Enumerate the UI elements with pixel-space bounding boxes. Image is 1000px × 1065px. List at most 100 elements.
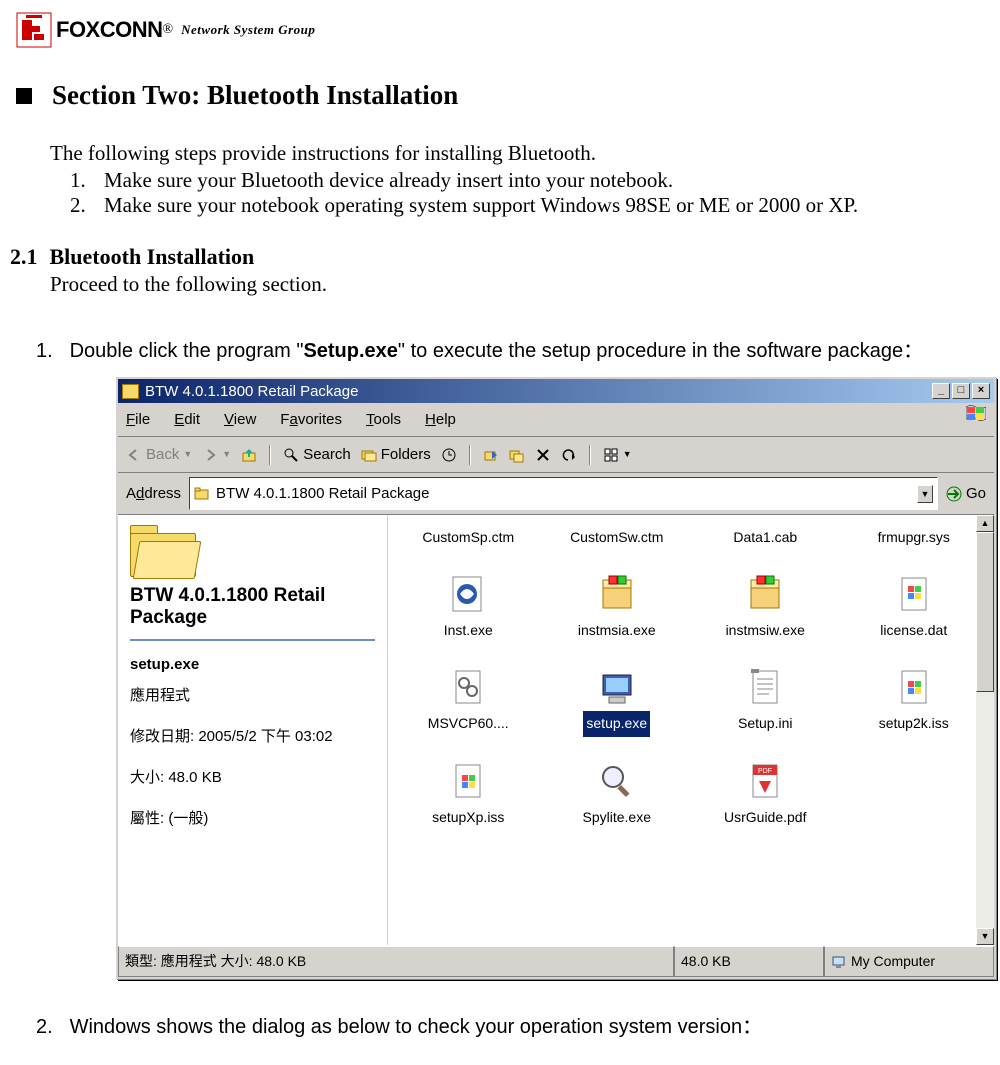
precheck-num: 1.	[70, 168, 104, 193]
computer-icon	[831, 954, 847, 970]
copy-to-button[interactable]	[509, 447, 525, 463]
installer-icon	[745, 574, 785, 614]
go-button[interactable]: Go	[946, 480, 986, 507]
scroll-track[interactable]	[976, 692, 994, 928]
step-item: 1. Double click the program "Setup.exe" …	[36, 333, 990, 369]
up-button[interactable]	[241, 447, 257, 463]
file-item-selected[interactable]: setup.exe	[543, 667, 692, 736]
iss-icon	[894, 667, 934, 707]
minimize-button[interactable]: _	[932, 383, 950, 399]
precheck-text: Make sure your Bluetooth device already …	[104, 168, 673, 192]
menu-file[interactable]: File	[126, 406, 150, 433]
chevron-down-icon: ▼	[183, 446, 192, 462]
scroll-up-button[interactable]: ▲	[976, 515, 994, 532]
attributes-label: 屬性: (一般)	[130, 805, 375, 832]
folder-large-icon	[130, 525, 200, 577]
step-item: 2. Windows shows the dialog as below to …	[36, 1009, 990, 1045]
toolbar-separator	[469, 445, 471, 465]
file-grid-empty	[840, 761, 989, 830]
move-to-button[interactable]	[483, 447, 499, 463]
section-title: Section Two: Bluetooth Installation	[52, 80, 458, 111]
explorer-content: BTW 4.0.1.1800 Retail Package setup.exe …	[118, 515, 994, 945]
file-item[interactable]: CustomSw.ctm	[543, 525, 692, 550]
address-bar: Address BTW 4.0.1.1800 Retail Package ▼ …	[118, 473, 994, 515]
undo-button[interactable]	[561, 447, 577, 463]
up-folder-icon	[241, 447, 257, 463]
subsection-title: Bluetooth Installation	[50, 244, 255, 269]
brand-header: FOXCONN® Network System Group	[10, 8, 990, 58]
delete-icon	[535, 447, 551, 463]
status-size: 48.0 KB	[674, 946, 824, 977]
menu-edit[interactable]: Edit	[174, 406, 200, 433]
file-grid[interactable]: CustomSp.ctm CustomSw.ctm Data1.cab frmu…	[388, 515, 994, 945]
file-item[interactable]: license.dat	[840, 574, 989, 643]
back-arrow-icon	[126, 447, 142, 463]
scroll-down-button[interactable]: ▼	[976, 928, 994, 945]
precheck-item: 1.Make sure your Bluetooth device alread…	[70, 168, 990, 193]
subsection-proceed: Proceed to the following section.	[50, 272, 990, 297]
folder-name-label: BTW 4.0.1.1800 Retail Package	[130, 585, 375, 629]
file-item[interactable]: setupXp.iss	[394, 761, 543, 830]
back-button[interactable]: Back ▼	[126, 441, 192, 468]
address-dropdown[interactable]: ▼	[917, 485, 933, 503]
vertical-scrollbar[interactable]: ▲ ▼	[976, 515, 994, 945]
precheck-text: Make sure your notebook operating system…	[104, 193, 858, 217]
close-button[interactable]: ×	[972, 383, 990, 399]
section-bullet-icon	[16, 88, 32, 104]
search-icon	[283, 447, 299, 463]
pdf-icon: PDF	[745, 761, 785, 801]
file-item[interactable]: Spylite.exe	[543, 761, 692, 830]
windows-flag-icon	[966, 405, 986, 423]
step-text: Windows shows the dialog as below to che…	[70, 1016, 763, 1038]
delete-button[interactable]	[535, 447, 551, 463]
menu-help[interactable]: Help	[425, 406, 456, 433]
magnifier-icon	[597, 761, 637, 801]
selected-file-name: setup.exe	[130, 651, 375, 678]
chevron-down-icon: ▼	[222, 446, 231, 462]
precheck-num: 2.	[70, 193, 104, 218]
ini-icon	[745, 667, 785, 707]
window-title: BTW 4.0.1.1800 Retail Package	[145, 378, 932, 405]
menu-favorites[interactable]: Favorites	[280, 406, 342, 433]
file-item[interactable]: Data1.cab	[691, 525, 840, 550]
search-button[interactable]: Search	[283, 441, 351, 468]
move-to-icon	[483, 447, 499, 463]
file-item[interactable]: MSVCP60....	[394, 667, 543, 736]
file-item[interactable]: PDFUsrGuide.pdf	[691, 761, 840, 830]
file-item[interactable]: frmupgr.sys	[840, 525, 989, 550]
size-label: 大小: 48.0 KB	[130, 764, 375, 791]
section-intro: The following steps provide instructions…	[50, 141, 990, 166]
folder-icon	[194, 486, 210, 502]
iss-icon	[448, 761, 488, 801]
dat-icon	[894, 574, 934, 614]
address-input[interactable]: BTW 4.0.1.1800 Retail Package ▼	[189, 477, 938, 510]
history-button[interactable]	[441, 447, 457, 463]
address-path: BTW 4.0.1.1800 Retail Package	[216, 480, 911, 507]
precheck-item: 2.Make sure your notebook operating syst…	[70, 193, 990, 218]
exe-icon	[448, 574, 488, 614]
chevron-down-icon: ▼	[623, 446, 632, 462]
selected-file-type: 應用程式	[130, 682, 375, 709]
brand-subtitle: Network System Group	[181, 22, 315, 38]
titlebar[interactable]: BTW 4.0.1.1800 Retail Package _ □ ×	[118, 379, 994, 403]
status-type: 類型: 應用程式 大小: 48.0 KB	[118, 946, 674, 977]
maximize-button[interactable]: □	[952, 383, 970, 399]
menu-tools[interactable]: Tools	[366, 406, 401, 433]
folders-button[interactable]: Folders	[361, 441, 431, 468]
forward-button[interactable]: ▼	[202, 446, 231, 462]
address-label: Address	[126, 480, 181, 507]
status-location: My Computer	[824, 946, 994, 977]
file-item[interactable]: setup2k.iss	[840, 667, 989, 736]
file-item[interactable]: Setup.ini	[691, 667, 840, 736]
svg-text:PDF: PDF	[758, 768, 772, 775]
views-button[interactable]: ▼	[603, 446, 632, 462]
file-item[interactable]: instmsiw.exe	[691, 574, 840, 643]
forward-arrow-icon	[202, 447, 218, 463]
menu-view[interactable]: View	[224, 406, 256, 433]
installer-icon	[597, 574, 637, 614]
file-item[interactable]: instmsia.exe	[543, 574, 692, 643]
file-item[interactable]: Inst.exe	[394, 574, 543, 643]
file-item[interactable]: CustomSp.ctm	[394, 525, 543, 550]
subsection-heading: 2.1 Bluetooth Installation	[10, 244, 990, 270]
scroll-thumb[interactable]	[976, 532, 994, 692]
